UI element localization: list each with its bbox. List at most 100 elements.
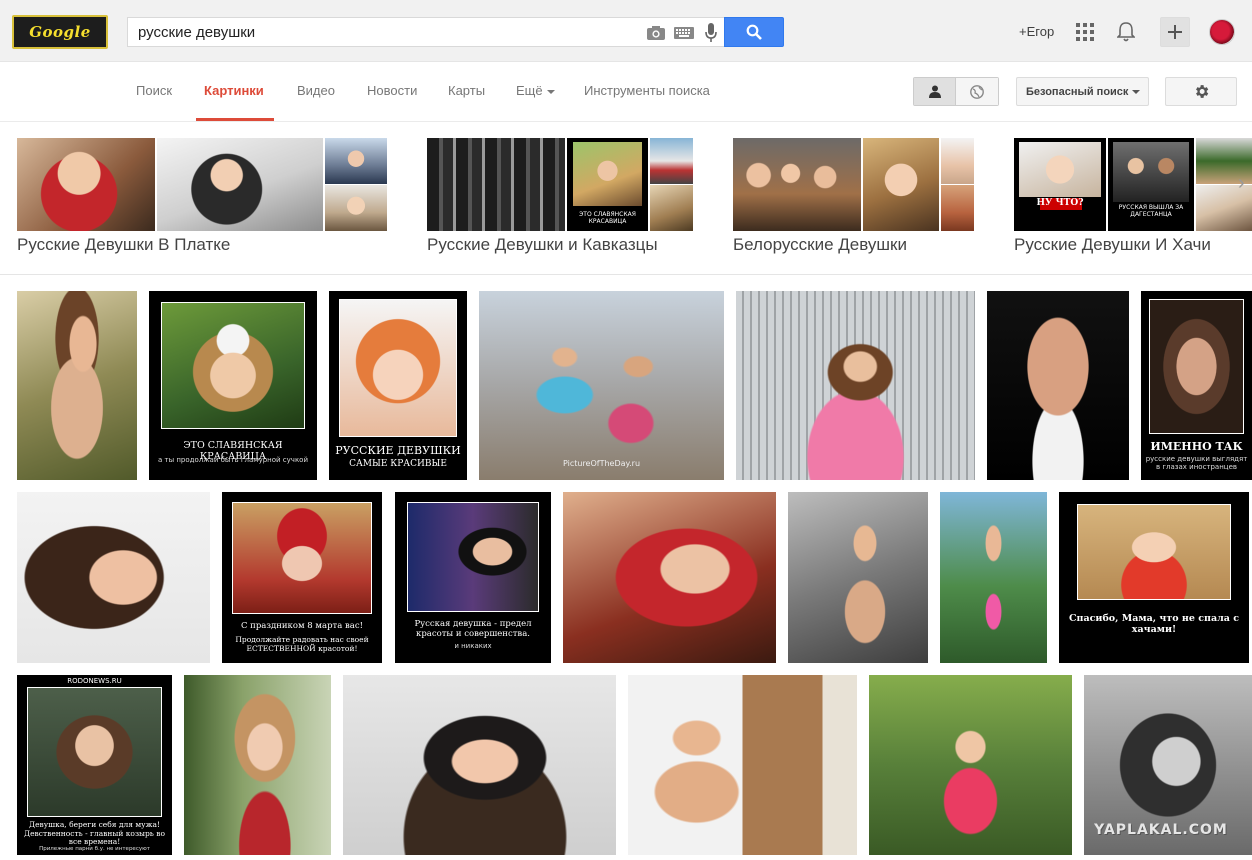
image-result[interactable]: [343, 675, 616, 855]
image-result[interactable]: [940, 492, 1047, 663]
poster-subtitle: и никаких: [454, 642, 492, 650]
gear-icon: [1195, 85, 1208, 98]
related-thumbnail: [941, 185, 974, 231]
search-input[interactable]: [128, 18, 628, 46]
poster-title: Девушка, береги себя для мужа! Девственн…: [23, 820, 166, 847]
poster-caption: РУССКАЯ ВЫШЛА ЗА ДАГЕСТАНЦА: [1118, 204, 1184, 218]
related-thumbnail: ЭТО СЛАВЯНСКАЯ КРАСАВИЦА: [567, 138, 648, 231]
poster-photo: [1077, 504, 1231, 600]
bell-icon[interactable]: [1113, 19, 1139, 45]
image-result[interactable]: РУССКИЕ ДЕВУШКИ САМЫЕ КРАСИВЫЕ: [329, 291, 467, 480]
poster-caption: ЭТО СЛАВЯНСКАЯ КРАСАВИЦА: [579, 211, 636, 225]
poster-photo: [1149, 299, 1244, 434]
poster-subtitle: русские девушки выглядят в глазах иностр…: [1145, 455, 1248, 472]
poster-title: РУССКИЕ ДЕВУШКИ: [335, 444, 461, 457]
image-result[interactable]: PictureOfTheDay.ru: [479, 291, 724, 480]
keyboard-icon[interactable]: [673, 22, 695, 44]
related-thumbnail: [325, 185, 387, 231]
active-tab-indicator: [196, 118, 274, 121]
tab-more-label: Ещё: [516, 83, 543, 98]
safe-search-label: Безопасный поиск: [1026, 85, 1129, 98]
image-result[interactable]: Спасибо, Мама, что не спала с хачами!: [1059, 492, 1249, 663]
image-result[interactable]: Русская девушка - предел красоты и совер…: [395, 492, 551, 663]
results-view-toggle: [913, 77, 999, 106]
related-thumbnail: [733, 138, 861, 231]
google-logo[interactable]: Google: [12, 15, 108, 49]
tab-video[interactable]: Видео: [297, 83, 335, 98]
tab-search[interactable]: Поиск: [136, 83, 172, 98]
related-thumbnail: [17, 138, 155, 231]
apps-icon[interactable]: [1072, 19, 1098, 45]
poster-subtitle: Продолжайте радовать нас своей ЕСТЕСТВЕН…: [235, 635, 369, 653]
person-icon: [928, 85, 941, 98]
tab-search-tools[interactable]: Инструменты поиска: [584, 83, 710, 98]
site-watermark: YAPLAKAL.COM: [1094, 822, 1228, 838]
safe-search-dropdown[interactable]: Безопасный поиск: [1016, 77, 1149, 106]
poster-photo: [161, 302, 305, 429]
tab-maps[interactable]: Карты: [448, 83, 485, 98]
user-profile-link[interactable]: +Егор: [1019, 24, 1054, 39]
image-result[interactable]: [17, 492, 210, 663]
share-button[interactable]: [1160, 17, 1190, 47]
poster-title: Русская девушка - предел красоты и совер…: [414, 619, 532, 639]
tab-images[interactable]: Картинки: [204, 83, 264, 98]
related-label: Русские Девушки и Кавказцы: [427, 235, 658, 254]
poster-subtitle: Прилежные парни б.у. не интересуют: [39, 846, 150, 852]
poster-subtitle: а ты продолжай быть гламурной сучкой: [157, 456, 308, 464]
poster-photo: [573, 142, 642, 206]
related-thumbnail: [863, 138, 939, 231]
related-thumbnail: [650, 185, 693, 231]
search-nav: Поиск Картинки Видео Новости Карты Ещё И…: [0, 62, 1252, 122]
poster-subtitle: САМЫЕ КРАСИВЫЕ: [349, 459, 447, 469]
chevron-right-icon[interactable]: ›: [1238, 172, 1245, 195]
top-bar: Google +Егор: [0, 0, 1252, 62]
poster-photo: [27, 687, 162, 817]
camera-icon[interactable]: [645, 22, 667, 44]
poster-photo: [339, 299, 457, 437]
related-label: Белорусские Девушки: [733, 235, 907, 254]
related-label: Русские Девушки В Платке: [17, 235, 231, 254]
image-result[interactable]: [736, 291, 975, 480]
chevron-down-icon: [546, 89, 555, 94]
related-thumbnail: [427, 138, 565, 231]
image-result[interactable]: [184, 675, 331, 855]
search-button[interactable]: [724, 17, 784, 47]
poster-title: С праздником 8 марта вас!: [240, 621, 364, 631]
related-thumbnail: РУССКАЯ ВЫШЛА ЗА ДАГЕСТАНЦА: [1108, 138, 1194, 231]
image-watermark: PictureOfTheDay.ru: [562, 459, 641, 468]
chevron-down-icon: [1132, 89, 1141, 94]
tab-more[interactable]: Ещё: [516, 83, 555, 98]
image-result[interactable]: RODONEWS.RU Девушка, береги себя для муж…: [17, 675, 172, 855]
poster-photo: [407, 502, 539, 612]
related-thumbnail: [157, 138, 323, 231]
settings-button[interactable]: [1165, 77, 1237, 106]
image-result[interactable]: [628, 675, 857, 855]
logo-text: Google: [29, 23, 91, 41]
tab-news[interactable]: Новости: [367, 83, 417, 98]
poster-photo: [232, 502, 372, 614]
search-icon: [746, 24, 762, 40]
globe-icon: [970, 84, 984, 99]
image-result[interactable]: [17, 291, 137, 480]
microphone-icon[interactable]: [700, 22, 722, 44]
plus-icon: [1168, 25, 1182, 39]
poster-header: RODONEWS.RU: [67, 677, 122, 685]
image-result[interactable]: [563, 492, 776, 663]
related-thumbnail: [941, 138, 974, 184]
image-result[interactable]: ИМЕННО ТАК русские девушки выглядят в гл…: [1141, 291, 1252, 480]
image-result[interactable]: ЭТО СЛАВЯНСКАЯ КРАСАВИЦА а ты продолжай …: [149, 291, 317, 480]
google-images-page: Google +Егор Пои: [0, 0, 1252, 860]
poster-title: ИМЕННО ТАК: [1150, 440, 1243, 453]
personal-results-button[interactable]: [914, 78, 957, 105]
related-searches: Русские Девушки В Платке ЭТО СЛАВЯНСКАЯ …: [0, 122, 1252, 275]
related-thumbnail: [325, 138, 387, 184]
related-thumbnail: [650, 138, 693, 184]
image-result[interactable]: [788, 492, 928, 663]
avatar[interactable]: [1209, 19, 1235, 45]
image-result[interactable]: [869, 675, 1072, 855]
poster-photo: [1113, 142, 1189, 202]
image-result[interactable]: [987, 291, 1129, 480]
poster-title: Спасибо, Мама, что не спала с хачами!: [1068, 613, 1240, 635]
global-results-button[interactable]: [956, 78, 998, 105]
image-result[interactable]: С праздником 8 марта вас! Продолжайте ра…: [222, 492, 382, 663]
